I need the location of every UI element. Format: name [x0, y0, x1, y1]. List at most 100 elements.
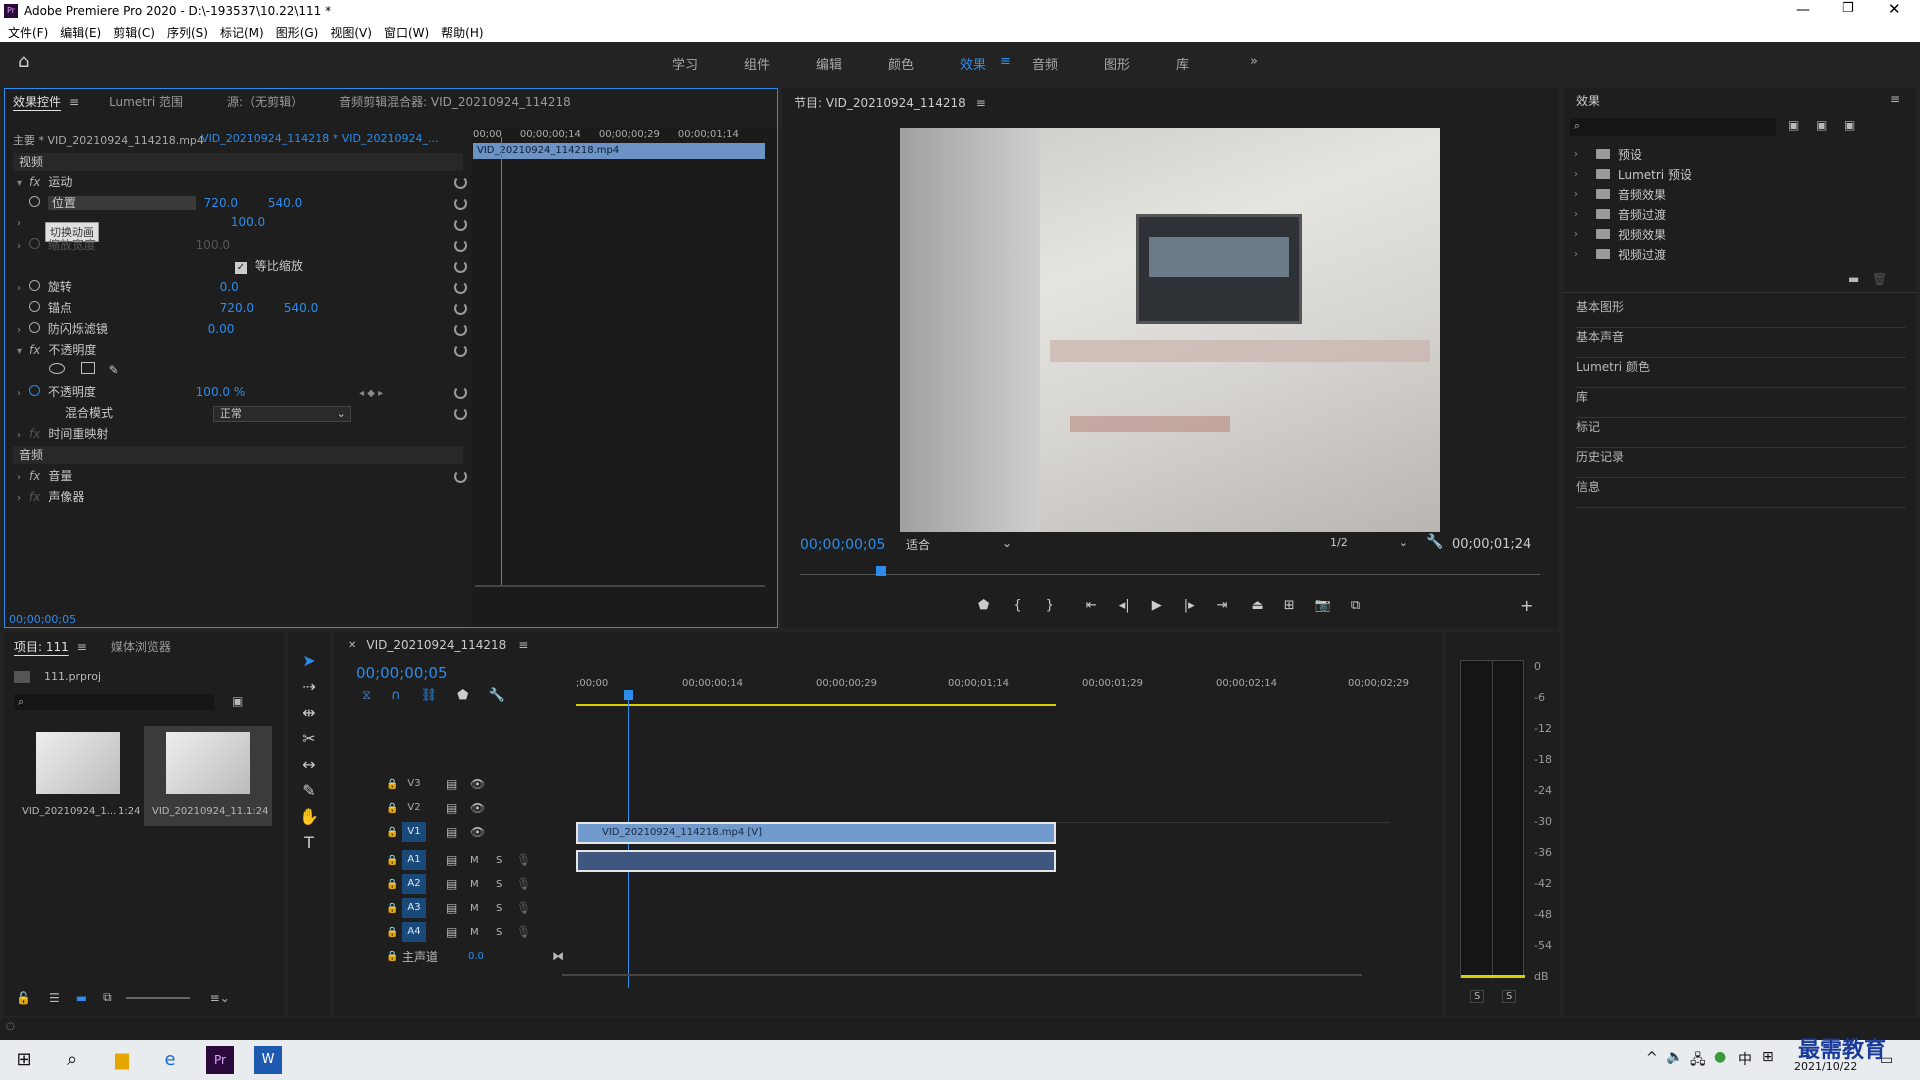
- workspace-assembly[interactable]: 组件: [744, 54, 770, 73]
- position-y-value[interactable]: 540.0: [268, 196, 302, 210]
- fx-icon[interactable]: fx: [29, 343, 40, 357]
- menu-graphics[interactable]: 图形(G): [276, 24, 319, 41]
- program-video-frame[interactable]: [900, 128, 1440, 532]
- v1-clip[interactable]: VID_20210924_114218.mp4 [V]: [576, 822, 1056, 844]
- step-back-icon[interactable]: ◂|: [1119, 598, 1130, 613]
- menu-clip[interactable]: 剪辑(C): [113, 24, 155, 41]
- lock-icon[interactable]: 🔒: [386, 927, 398, 938]
- comparison-view-icon[interactable]: ⧉: [1351, 598, 1360, 613]
- effect-timeline[interactable]: 00;00 00;00;00;14 00;00;00;29 00;00;01;1…: [471, 127, 777, 627]
- stopwatch-icon[interactable]: [29, 385, 40, 396]
- delete-icon[interactable]: 🗑: [1872, 272, 1887, 286]
- reset-icon[interactable]: [454, 260, 467, 273]
- add-marker-icon[interactable]: ⬟: [457, 688, 468, 703]
- ec-scrollbar[interactable]: [475, 585, 765, 587]
- sync-lock-icon[interactable]: ▤: [446, 801, 457, 815]
- effects-folder-audio-transitions[interactable]: › 音频过渡: [1574, 204, 1666, 224]
- stopwatch-icon[interactable]: [29, 301, 40, 312]
- sync-lock-icon[interactable]: ▤: [446, 777, 457, 791]
- effects-folder-audio-effects[interactable]: › 音频效果: [1574, 184, 1666, 204]
- panel-menu-icon[interactable]: ≡: [976, 96, 986, 110]
- section-markers[interactable]: 标记: [1576, 418, 1906, 448]
- track-label-v2[interactable]: V2: [402, 798, 426, 818]
- home-icon[interactable]: ⌂: [18, 51, 29, 72]
- blend-mode-row[interactable]: 混合模式 正常 ⌄: [17, 404, 467, 425]
- track-label-v3[interactable]: V3: [402, 774, 426, 794]
- menu-sequence[interactable]: 序列(S): [167, 24, 208, 41]
- mute-button[interactable]: M: [470, 879, 479, 890]
- position-x-value[interactable]: 720.0: [204, 196, 238, 210]
- razor-tool-icon[interactable]: ✂: [298, 728, 320, 750]
- sync-lock-icon[interactable]: ▤: [446, 925, 457, 939]
- premiere-icon[interactable]: Pr: [206, 1046, 234, 1074]
- file-explorer-icon[interactable]: ▆: [108, 1046, 136, 1074]
- add-marker-icon[interactable]: ⬟: [978, 598, 989, 613]
- 32bit-effects-icon[interactable]: ▣: [1816, 118, 1827, 132]
- reset-icon[interactable]: [454, 176, 467, 189]
- resolution-select[interactable]: 1/2 ⌄: [1330, 536, 1412, 554]
- zoom-slider[interactable]: [125, 996, 190, 999]
- fit-select[interactable]: 适合 ⌄: [906, 536, 1018, 554]
- track-select-tool-icon[interactable]: ⇢: [298, 676, 320, 698]
- mute-button[interactable]: M: [470, 927, 479, 938]
- close-tab-icon[interactable]: ✕: [348, 640, 356, 651]
- timeline-scrollbar[interactable]: [562, 974, 1362, 976]
- keyboard-icon[interactable]: ⊞: [1762, 1049, 1774, 1065]
- effects-folder-presets[interactable]: › 预设: [1574, 144, 1642, 164]
- slip-tool-icon[interactable]: ↔: [298, 754, 320, 776]
- effects-folder-video-effects[interactable]: › 视频效果: [1574, 224, 1666, 244]
- stopwatch-icon[interactable]: [29, 322, 40, 333]
- ripple-edit-tool-icon[interactable]: ⇹: [298, 702, 320, 724]
- start-icon[interactable]: ⊞: [10, 1046, 38, 1074]
- keyframe-nav-icon[interactable]: ◂ ◆ ▸: [359, 388, 383, 399]
- type-tool-icon[interactable]: T: [298, 832, 320, 854]
- work-area-bar[interactable]: [576, 704, 1056, 706]
- menu-markers[interactable]: 标记(M): [220, 24, 264, 41]
- close-button[interactable]: ✕: [1888, 0, 1901, 18]
- menu-window[interactable]: 窗口(W): [384, 24, 429, 41]
- v1-track-lane[interactable]: VID_20210924_114218.mp4 [V]: [576, 822, 1394, 844]
- program-title[interactable]: 节目: VID_20210924_114218: [794, 94, 966, 111]
- eye-icon[interactable]: 👁: [470, 825, 485, 839]
- hand-tool-icon[interactable]: ✋: [298, 806, 320, 828]
- workspace-graphics[interactable]: 图形: [1104, 54, 1130, 73]
- reset-icon[interactable]: [454, 386, 467, 399]
- workspace-libraries[interactable]: 库: [1176, 54, 1189, 73]
- sync-lock-icon[interactable]: ▤: [446, 901, 457, 915]
- project-search-input[interactable]: ⌕: [14, 694, 214, 710]
- playhead-handle[interactable]: [624, 690, 633, 700]
- timeline-timecode[interactable]: 00;00;00;05: [356, 664, 448, 682]
- rotation-value[interactable]: 0.0: [220, 280, 239, 294]
- microphone-icon[interactable]: 🎙: [516, 901, 531, 915]
- reset-icon[interactable]: [454, 239, 467, 252]
- uniform-scale-checkbox[interactable]: ✓: [235, 262, 247, 274]
- panner-row[interactable]: › fx 声像器: [17, 488, 467, 509]
- master-track-value[interactable]: 0.0: [468, 951, 484, 962]
- mark-out-icon[interactable]: }: [1046, 598, 1054, 613]
- volume-row[interactable]: › fx 音量: [17, 467, 467, 488]
- pen-tool-icon[interactable]: ✎: [298, 780, 320, 802]
- reset-icon[interactable]: [454, 323, 467, 336]
- solo-button[interactable]: S: [496, 879, 502, 890]
- workspace-more[interactable]: »: [1250, 54, 1258, 69]
- chevron-down-icon[interactable]: ▾: [17, 178, 29, 189]
- menu-view[interactable]: 视图(V): [330, 24, 372, 41]
- go-to-out-icon[interactable]: ⇥: [1217, 598, 1228, 613]
- icon-view-icon[interactable]: ▬: [76, 991, 87, 1005]
- stopwatch-icon[interactable]: [29, 196, 40, 207]
- rotation-row[interactable]: › 旋转 0.0: [17, 278, 467, 299]
- reset-icon[interactable]: [454, 302, 467, 315]
- extract-icon[interactable]: ⊞: [1284, 598, 1295, 613]
- section-lumetri-color[interactable]: Lumetri 颜色: [1576, 358, 1906, 388]
- microphone-icon[interactable]: 🎙: [516, 853, 531, 867]
- menu-edit[interactable]: 编辑(E): [60, 24, 101, 41]
- sort-icon[interactable]: ≡⌄: [210, 991, 230, 1005]
- microphone-icon[interactable]: 🎙: [516, 925, 531, 939]
- blend-mode-select[interactable]: 正常 ⌄: [212, 406, 351, 422]
- anchor-row[interactable]: 锚点 720.0 540.0: [17, 299, 467, 320]
- new-bin-icon[interactable]: ▬: [1848, 272, 1859, 286]
- anchor-y-value[interactable]: 540.0: [284, 301, 318, 315]
- program-timecode[interactable]: 00;00;00;05: [800, 537, 885, 553]
- workspace-editing[interactable]: 编辑: [816, 54, 842, 73]
- add-button-icon[interactable]: +: [1520, 596, 1533, 615]
